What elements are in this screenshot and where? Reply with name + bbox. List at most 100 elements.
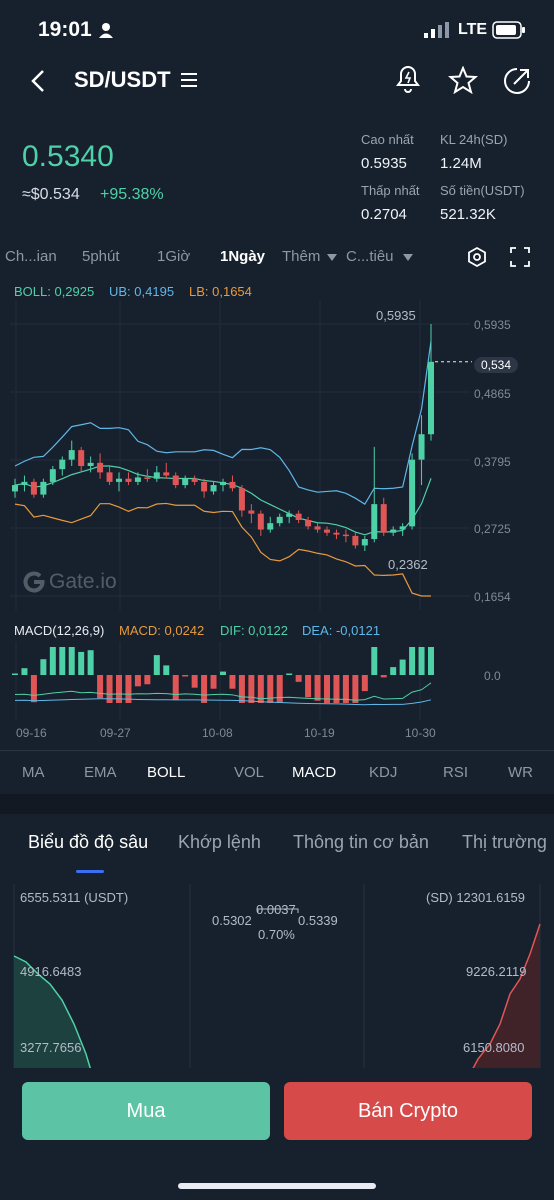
macd-histogram-bar [295,675,302,682]
fullscreen-icon[interactable] [509,246,531,268]
candle-body [333,532,340,535]
candle-body [295,513,302,521]
price-axis-label: 0,5935 [474,318,511,332]
home-indicator [178,1183,376,1189]
candle-body [257,513,264,530]
share-icon[interactable] [502,66,532,96]
person-icon [99,23,113,38]
buy-button[interactable]: Mua [22,1082,270,1140]
candle-body [49,469,56,482]
chevron-down-icon [403,254,413,261]
tab-1hour[interactable]: 1Giờ [157,248,190,265]
low-label: Thấp nhất [361,183,420,198]
last-price-tag: 0,534 [474,357,519,373]
candle-body [390,529,397,533]
low-value: 0.2704 [361,206,407,223]
tab-indicators[interactable]: C...tiêu [346,248,394,265]
candle-body [418,434,425,460]
macd-histogram-bar [418,647,425,675]
macd-value: MACD: 0,0242 [119,623,205,638]
indicator-ma[interactable]: MA [22,764,45,781]
candle-body [134,477,141,482]
candle-body [116,478,122,482]
sell-button[interactable]: Bán Crypto [284,1082,532,1140]
boll-lb: LB: 0,1654 [189,284,252,299]
macd-histogram-bar [68,647,75,675]
candle-body [352,535,359,546]
macd-histogram-bar [191,675,198,688]
tab-5min[interactable]: 5phút [82,248,120,265]
macd-chart[interactable] [0,642,554,720]
depth-ask: 0.5339 [298,913,338,928]
indicator-wr[interactable]: WR [508,764,533,781]
divider [0,750,554,751]
macd-histogram-bar [276,675,283,703]
macd-histogram-bar [59,647,66,675]
menu-list-icon[interactable] [180,72,198,88]
approx-usd: ≈$0.534 [22,186,80,203]
candle-body [314,526,321,530]
candle-body [144,477,151,479]
volume-value: 1.24M [440,155,482,172]
date-axis-label: 10-19 [304,726,335,740]
candle-body [399,526,406,530]
macd-histogram-bar [153,655,160,675]
signal-icon [424,22,449,38]
back-icon[interactable] [28,68,48,94]
candle-body [361,539,368,546]
candle-body [182,478,189,486]
tab-depth-chart[interactable]: Biểu đồ độ sâu [28,832,148,853]
status-bar: 19:01 LTE [0,0,554,60]
indicator-kdj[interactable]: KDJ [369,764,397,781]
tab-more[interactable]: Thêm [282,248,320,265]
boll-value: BOLL: 0,2925 [14,284,95,299]
indicator-macd[interactable]: MACD [292,764,336,781]
candle-body [68,450,75,460]
macd-dif-line [14,682,432,701]
macd-histogram-bar [409,647,416,675]
tab-basic-info[interactable]: Thông tin cơ bản [293,832,429,853]
depth-spread: 0.0037 [256,902,296,917]
macd-histogram-bar [12,673,18,675]
candlestick-chart[interactable] [0,300,554,610]
active-tab-indicator [76,870,104,873]
candle-body [267,523,274,530]
depth-left-bottom: 3277.7656 [20,1040,82,1055]
indicator-rsi[interactable]: RSI [443,764,468,781]
macd-histogram-bar [428,647,434,675]
macd-histogram-bar [97,675,104,699]
candle-body [276,516,283,524]
chevron-down-icon [327,254,337,261]
candle-body [153,472,160,479]
network-type: LTE [458,21,488,38]
indicator-boll[interactable]: BOLL [147,764,185,781]
tab-time[interactable]: Ch...ian [5,248,57,265]
macd-histogram-bar [163,665,170,675]
macd-histogram-bar [248,675,255,703]
pair-title[interactable]: SD/USDT [74,67,171,93]
tab-market[interactable]: Thị trường [462,832,547,853]
candle-body [229,481,236,489]
candle-body [191,478,198,482]
macd-histogram-bar [40,659,47,675]
depth-right-top: (SD) 12301.6159 [426,890,526,905]
indicator-vol[interactable]: VOL [234,764,264,781]
macd-title: MACD(12,26,9) [14,623,105,638]
date-axis-label: 09-16 [16,726,47,740]
price-alert-icon[interactable] [394,64,424,96]
favorite-star-icon[interactable] [448,66,478,94]
price-axis-label: 0,4865 [474,387,511,401]
candle-body [342,534,349,537]
macd-histogram-bar [78,651,85,675]
gate-logo-icon [23,571,45,593]
tab-trades[interactable]: Khớp lệnh [178,832,261,853]
macd-histogram-bar [220,671,226,675]
macd-zero-label: 0.0 [484,669,501,683]
indicator-ema[interactable]: EMA [84,764,117,781]
macd-histogram-bar [49,647,56,675]
candle-body [78,450,85,467]
candle-body [305,520,312,527]
macd-histogram-bar [267,675,274,703]
chart-settings-icon[interactable] [466,246,488,268]
tab-1day[interactable]: 1Ngày [220,248,265,265]
